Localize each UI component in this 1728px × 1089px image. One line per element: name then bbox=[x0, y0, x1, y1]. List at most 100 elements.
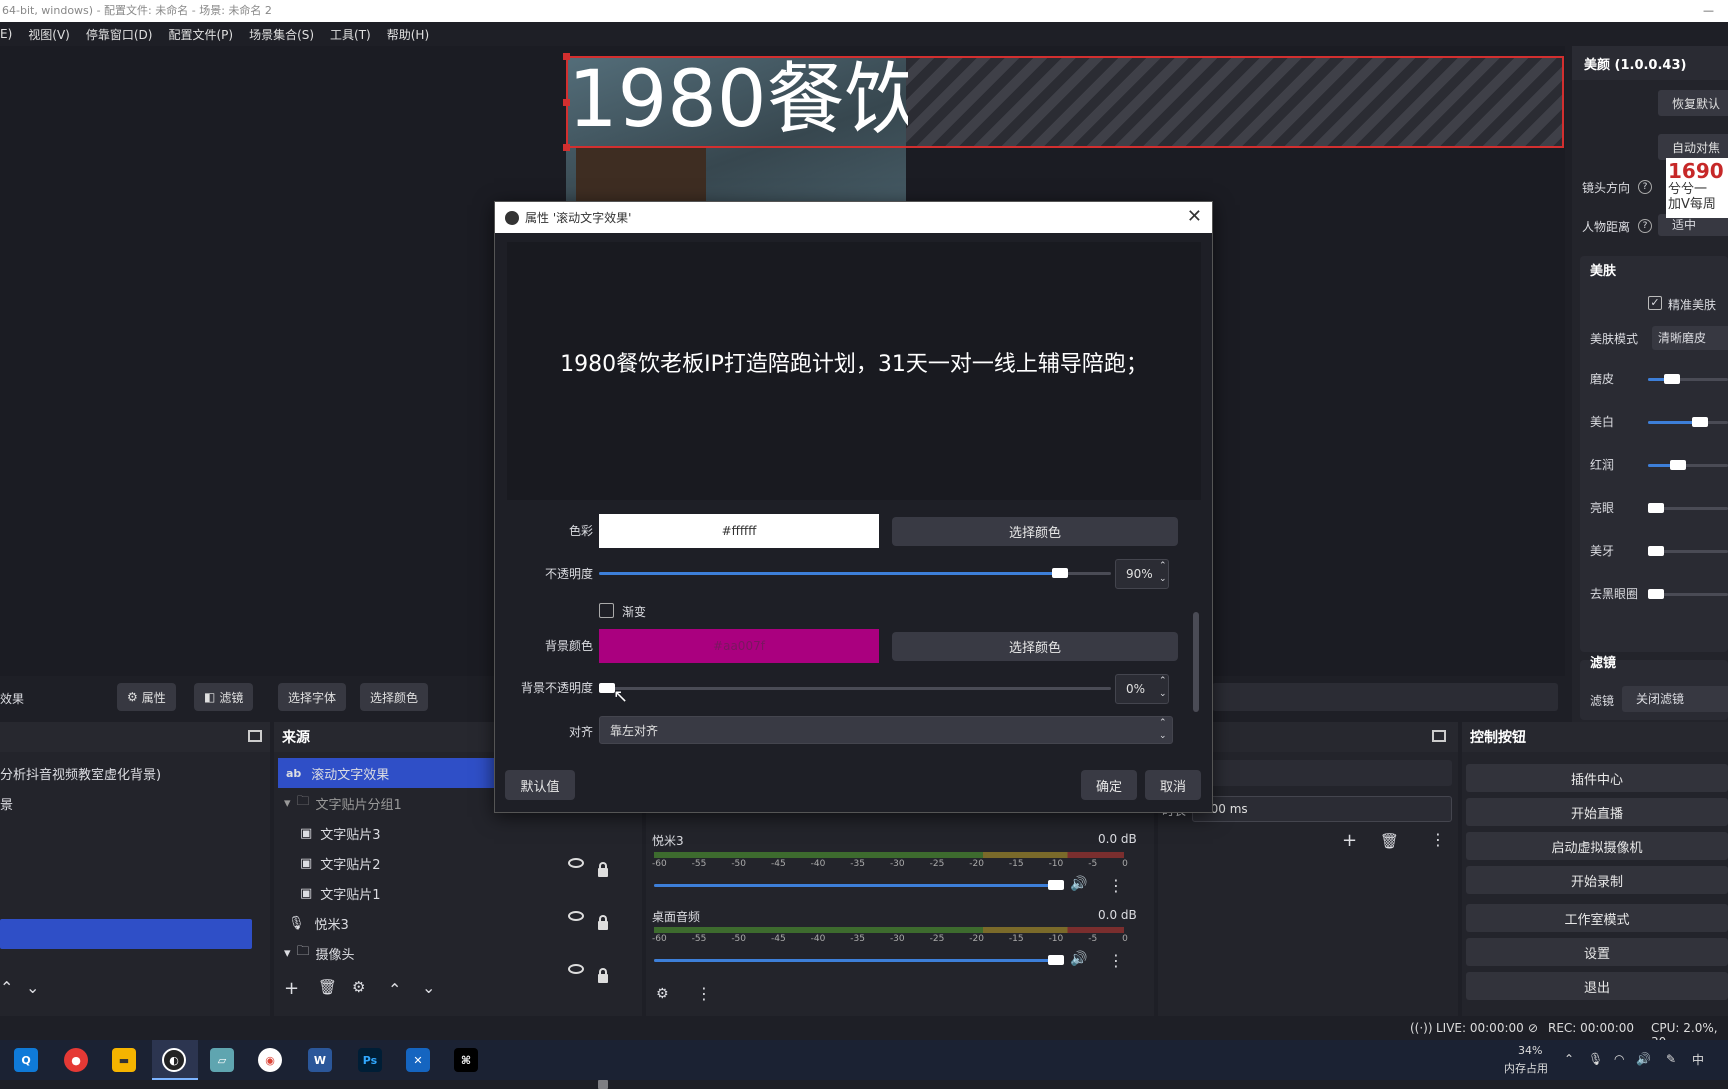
select-font-button[interactable]: 选择字体 bbox=[278, 683, 347, 711]
photoshop-icon[interactable]: Ps bbox=[358, 1048, 382, 1072]
scene-item[interactable]: 景 bbox=[0, 788, 13, 818]
source-item[interactable]: 🎙 悦米3 bbox=[288, 908, 349, 938]
help-icon[interactable]: ? bbox=[1638, 180, 1652, 194]
dialog-scrollbar[interactable] bbox=[1193, 612, 1199, 712]
chevron-updown-icon[interactable]: ⌃ ⌄ bbox=[1159, 717, 1167, 743]
lock-icon[interactable] bbox=[598, 968, 608, 983]
filter-select[interactable]: 关闭滤镜 bbox=[1622, 686, 1728, 712]
resize-handle[interactable] bbox=[563, 99, 570, 106]
close-icon[interactable]: ✕ bbox=[1187, 206, 1202, 227]
visibility-eye-icon[interactable] bbox=[568, 911, 584, 921]
source-group[interactable]: ▾ 🗀 摄像头 bbox=[284, 938, 355, 968]
source-group[interactable]: ▾ 🗀 文字贴片分组1 bbox=[284, 788, 402, 818]
menu-tools[interactable]: 工具(T) bbox=[330, 26, 371, 43]
notes-app-icon[interactable]: ▱ bbox=[210, 1048, 234, 1072]
more-options-icon[interactable]: ⋮ bbox=[1108, 951, 1124, 970]
chevron-down-icon[interactable]: ▾ bbox=[284, 796, 291, 811]
lock-icon[interactable] bbox=[598, 915, 608, 930]
beauty-slider[interactable] bbox=[1648, 374, 1728, 384]
menu-edit[interactable]: E) bbox=[0, 27, 12, 41]
align-select[interactable]: 靠左对齐 bbox=[599, 716, 1173, 744]
defaults-button[interactable]: 默认值 bbox=[505, 770, 575, 800]
menu-view[interactable]: 视图(V) bbox=[28, 26, 70, 43]
spin-arrows-icon[interactable]: ⌃ ⌄ bbox=[1159, 675, 1167, 701]
exit-button[interactable]: 退出 bbox=[1466, 972, 1728, 1000]
source-item-scroll-text[interactable]: ab 滚动文字效果 bbox=[278, 758, 498, 788]
precise-skin-checkbox[interactable]: ✓ bbox=[1648, 296, 1662, 310]
visibility-eye-icon[interactable] bbox=[568, 964, 584, 974]
more-options-icon[interactable]: ⋮ bbox=[1108, 876, 1124, 895]
undock-icon[interactable] bbox=[248, 730, 262, 742]
network-icon[interactable]: ◠ bbox=[1614, 1052, 1624, 1066]
source-item[interactable]: ▣ 文字贴片2 bbox=[300, 848, 381, 878]
menu-help[interactable]: 帮助(H) bbox=[387, 26, 429, 43]
chrome-icon[interactable]: ◉ bbox=[258, 1048, 282, 1072]
gear-icon[interactable]: ⚙ bbox=[352, 978, 365, 996]
search-app-icon[interactable]: Q bbox=[14, 1048, 38, 1072]
skin-mode-select[interactable]: 清晰磨皮 bbox=[1652, 326, 1728, 350]
selection-box[interactable] bbox=[566, 56, 1564, 148]
settings-button[interactable]: 设置 bbox=[1466, 938, 1728, 966]
visibility-eye-icon[interactable] bbox=[568, 858, 584, 868]
select-bg-color-button[interactable]: 选择颜色 bbox=[892, 632, 1178, 661]
duration-spinbox[interactable]: 300 ms bbox=[1192, 796, 1452, 822]
menu-scene-collection[interactable]: 场景集合(S) bbox=[249, 26, 314, 43]
start-virtual-camera-button[interactable]: 启动虚拟摄像机 bbox=[1466, 832, 1728, 860]
lock-icon[interactable] bbox=[598, 862, 608, 877]
beauty-slider[interactable] bbox=[1648, 546, 1728, 556]
trash-icon[interactable]: 🗑 bbox=[318, 978, 337, 996]
microphone-icon[interactable]: 🎙 bbox=[1588, 1052, 1603, 1066]
capcut-icon[interactable]: ⌘ bbox=[454, 1048, 478, 1072]
more-options-icon[interactable]: ⋮ bbox=[696, 984, 712, 1003]
file-explorer-icon[interactable]: ▬ bbox=[112, 1048, 136, 1072]
beauty-slider[interactable] bbox=[1648, 417, 1728, 427]
speaker-icon[interactable]: 🔊 bbox=[1070, 876, 1087, 892]
chevron-up-icon[interactable]: ⌃ bbox=[1564, 1052, 1574, 1066]
pen-icon[interactable]: ✎ bbox=[1666, 1052, 1676, 1066]
resize-handle[interactable] bbox=[563, 144, 570, 151]
ok-button[interactable]: 确定 bbox=[1081, 770, 1137, 800]
more-options-icon[interactable]: ⋮ bbox=[1430, 830, 1446, 849]
obs-app-icon[interactable]: ◐ bbox=[162, 1048, 186, 1072]
auto-focus-button[interactable]: 自动对焦 bbox=[1658, 134, 1728, 160]
text-input-field[interactable] bbox=[1212, 683, 1558, 711]
spin-arrows-icon[interactable]: ⌃ ⌄ bbox=[1159, 560, 1167, 586]
screen-recorder-icon[interactable]: ● bbox=[64, 1048, 88, 1072]
opacity-slider[interactable] bbox=[599, 568, 1111, 578]
add-transition-icon[interactable]: + bbox=[1342, 830, 1357, 851]
select-color-button[interactable]: 选择颜色 bbox=[360, 683, 429, 711]
advanced-audio-icon[interactable]: ⚙ bbox=[656, 986, 669, 1002]
beauty-slider[interactable] bbox=[1648, 589, 1728, 599]
word-icon[interactable]: W bbox=[308, 1048, 332, 1072]
lock-icon[interactable] bbox=[598, 1074, 608, 1089]
move-up-icon[interactable]: ⌃ bbox=[0, 978, 13, 997]
volume-slider[interactable] bbox=[654, 880, 1064, 890]
speaker-icon[interactable]: 🔊 bbox=[1070, 951, 1087, 967]
scene-item[interactable]: 分析抖音视频教室虚化背景) bbox=[0, 758, 161, 788]
source-item[interactable]: ▣ 文字贴片3 bbox=[300, 818, 381, 848]
move-down-icon[interactable]: ⌄ bbox=[422, 978, 435, 997]
cancel-button[interactable]: 取消 bbox=[1145, 770, 1201, 800]
add-source-icon[interactable]: + bbox=[284, 978, 299, 999]
scene-item-selected[interactable] bbox=[0, 919, 252, 949]
menu-profile[interactable]: 配置文件(P) bbox=[168, 26, 233, 43]
properties-button[interactable]: ⚙ 属性 bbox=[117, 683, 176, 711]
move-down-icon[interactable]: ⌄ bbox=[26, 978, 39, 997]
select-color-button[interactable]: 选择颜色 bbox=[892, 517, 1178, 546]
beauty-slider[interactable] bbox=[1648, 503, 1728, 513]
undock-icon[interactable] bbox=[1432, 730, 1446, 742]
filters-button[interactable]: ◧ 滤镜 bbox=[194, 683, 254, 711]
gradient-checkbox[interactable] bbox=[599, 603, 614, 618]
help-icon[interactable]: ? bbox=[1638, 219, 1652, 233]
restore-default-button[interactable]: 恢复默认 bbox=[1658, 90, 1728, 116]
volume-slider[interactable] bbox=[654, 955, 1064, 965]
source-item[interactable]: ▣ 文字贴片1 bbox=[300, 878, 381, 908]
plugin-center-button[interactable]: 插件中心 bbox=[1466, 764, 1728, 792]
start-recording-button[interactable]: 开始录制 bbox=[1466, 866, 1728, 894]
trash-icon[interactable]: 🗑 bbox=[1380, 832, 1399, 850]
minimize-icon[interactable]: — bbox=[1703, 0, 1714, 22]
bg-opacity-slider[interactable] bbox=[599, 683, 1111, 693]
menu-docks[interactable]: 停靠窗口(D) bbox=[86, 26, 153, 43]
resize-handle[interactable] bbox=[563, 53, 570, 60]
ime-indicator[interactable]: 中 bbox=[1692, 1051, 1704, 1068]
